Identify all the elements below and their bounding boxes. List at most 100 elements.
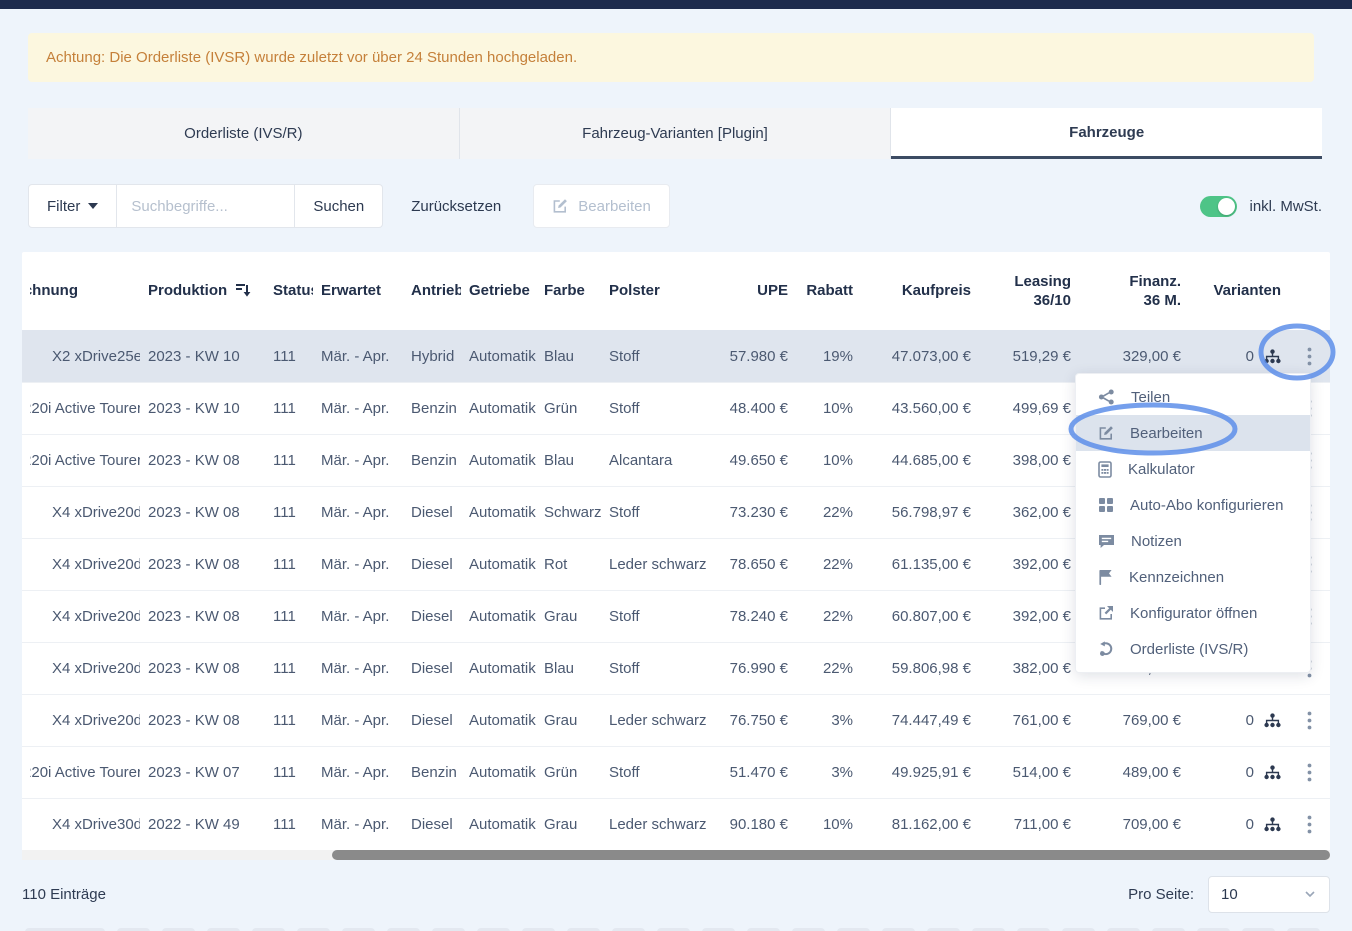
cell-name-text: 220i Active Tourer (30, 764, 140, 781)
cell-status: 111 (265, 400, 313, 417)
column-header-kaufpreis[interactable]: Kaufpreis (861, 281, 979, 301)
per-page-value: 10 (1221, 886, 1238, 903)
menu-item-label: Teilen (1131, 389, 1170, 406)
column-header-antrieb[interactable]: Antrieb (403, 281, 461, 301)
row-menu-button[interactable] (1289, 347, 1330, 366)
row-menu-button[interactable] (1289, 763, 1330, 782)
menu-item-konfigurator-ffnen[interactable]: Konfigurator öffnen (1076, 595, 1310, 631)
column-header-label: UPE (757, 282, 788, 299)
table-row[interactable]: X4 xDrive20d2023 - KW 08111Mär. - Apr.Di… (22, 694, 1330, 746)
cell-name: 220i Active Tourer (22, 764, 140, 781)
vat-toggle[interactable] (1200, 196, 1237, 217)
horizontal-scrollbar[interactable] (22, 850, 1330, 860)
column-header-upe[interactable]: UPE (711, 281, 796, 301)
kebab-icon (1307, 763, 1312, 782)
horizontal-scrollbar-thumb[interactable] (332, 850, 1330, 860)
cell-leasing: 519,29 € (979, 348, 1079, 365)
cell-name-text: 220i Active Tourer (30, 400, 140, 417)
cell-kaufpreis: 56.798,97 € (861, 504, 979, 521)
cell-getriebe: Automatik (461, 608, 536, 625)
menu-item-orderliste-ivs-r-[interactable]: Orderliste (IVS/R) (1076, 631, 1310, 667)
column-header-getriebe[interactable]: Getriebe (461, 281, 536, 301)
column-header-label: Rabatt (806, 282, 853, 299)
cell-erwartet: Mär. - Apr. (313, 712, 403, 729)
cell-kaufpreis: 47.073,00 € (861, 348, 979, 365)
filter-button[interactable]: Filter (28, 184, 117, 228)
toolbar: Filter Suchen Zurücksetzen Bearbeiten in… (28, 184, 1322, 228)
column-header-produktion[interactable]: Produktion (140, 281, 265, 301)
variants-sitemap-icon[interactable] (1264, 713, 1281, 728)
cell-farbe: Blau (536, 660, 601, 677)
cell-antrieb: Benzin (403, 764, 461, 781)
cell-leasing: 711,00 € (979, 816, 1079, 833)
cell-kaufpreis: 60.807,00 € (861, 608, 979, 625)
per-page-select[interactable]: 10 (1208, 876, 1330, 913)
cell-upe: 78.650 € (711, 556, 796, 573)
cell-rabatt: 19% (796, 348, 861, 365)
menu-item-auto-abo-konfigurieren[interactable]: Auto-Abo konfigurieren (1076, 487, 1310, 523)
search-button[interactable]: Suchen (295, 184, 383, 228)
column-header-label: Varianten (1213, 282, 1281, 299)
tab-orderliste[interactable]: Orderliste (IVS/R) (28, 108, 460, 159)
column-header-farbe[interactable]: Farbe (536, 281, 601, 301)
reset-button[interactable]: Zurücksetzen (397, 198, 515, 215)
cell-produktion: 2023 - KW 08 (140, 452, 265, 469)
top-bar (0, 0, 1352, 9)
menu-item-label: Auto-Abo konfigurieren (1130, 497, 1283, 514)
cell-polster: Stoff (601, 608, 711, 625)
menu-item-teilen[interactable]: Teilen (1076, 379, 1310, 415)
cell-name: X4 xDrive20d (22, 556, 140, 573)
edit-button[interactable]: Bearbeiten (533, 184, 670, 228)
row-menu-button[interactable] (1289, 711, 1330, 730)
chevron-down-icon (1303, 887, 1317, 901)
cell-produktion: 2023 - KW 10 (140, 400, 265, 417)
cell-antrieb: Diesel (403, 816, 461, 833)
variants-sitemap-icon[interactable] (1264, 817, 1281, 832)
cell-name: X4 xDrive20d (22, 608, 140, 625)
column-header-finanz[interactable]: Finanz. 36 M. (1079, 272, 1189, 311)
tab-fahrzeuge[interactable]: Fahrzeuge (891, 108, 1322, 159)
table-row[interactable]: X4 xDrive30d2022 - KW 49111Mär. - Apr.Di… (22, 798, 1330, 850)
table-row[interactable]: 220i Active Tourer2023 - KW 07111Mär. - … (22, 746, 1330, 798)
cell-status: 111 (265, 712, 313, 729)
variants-sitemap-icon[interactable] (1264, 765, 1281, 780)
cell-name-text: X4 xDrive20d (30, 556, 140, 573)
column-header-erwartet[interactable]: Erwartet (313, 281, 403, 301)
column-header-polster[interactable]: Polster (601, 281, 711, 301)
cell-antrieb: Diesel (403, 556, 461, 573)
cell-produktion: 2023 - KW 08 (140, 608, 265, 625)
cell-rabatt: 22% (796, 660, 861, 677)
cell-leasing: 392,00 € (979, 608, 1079, 625)
search-input[interactable] (117, 184, 295, 228)
share-icon (1098, 389, 1115, 405)
menu-item-bearbeiten[interactable]: Bearbeiten (1076, 415, 1310, 451)
cell-getriebe: Automatik (461, 348, 536, 365)
cell-kaufpreis: 49.925,91 € (861, 764, 979, 781)
cell-polster: Stoff (601, 660, 711, 677)
cell-varianten: 0 (1189, 348, 1289, 365)
column-header-status[interactable]: Status (265, 281, 313, 301)
cell-finanz: 489,00 € (1079, 764, 1189, 781)
menu-item-notizen[interactable]: Notizen (1076, 523, 1310, 559)
menu-item-kennzeichnen[interactable]: Kennzeichnen (1076, 559, 1310, 595)
cell-name-text: 220i Active Tourer (30, 452, 140, 469)
cell-farbe: Rot (536, 556, 601, 573)
menu-item-kalkulator[interactable]: Kalkulator (1076, 451, 1310, 487)
tab-fahrzeug-varianten[interactable]: Fahrzeug-Varianten [Plugin] (460, 108, 892, 159)
cell-getriebe: Automatik (461, 712, 536, 729)
variants-sitemap-icon[interactable] (1264, 349, 1281, 364)
cell-leasing: 362,00 € (979, 504, 1079, 521)
column-header-rabatt[interactable]: Rabatt (796, 281, 861, 301)
cell-upe: 78.240 € (711, 608, 796, 625)
cell-finanz: 709,00 € (1079, 816, 1189, 833)
cell-getriebe: Automatik (461, 504, 536, 521)
row-menu-button[interactable] (1289, 815, 1330, 834)
cell-farbe: Blau (536, 348, 601, 365)
column-header-leasing[interactable]: Leasing 36/10 (979, 272, 1079, 311)
column-header-varianten[interactable]: Varianten (1189, 281, 1289, 301)
column-header-label: Produktion (148, 282, 227, 299)
cell-produktion: 2023 - KW 08 (140, 660, 265, 677)
vat-toggle-label: inkl. MwSt. (1249, 198, 1322, 215)
column-header-name[interactable]: Bezeichnung (22, 281, 140, 301)
calculator-icon (1098, 461, 1112, 478)
